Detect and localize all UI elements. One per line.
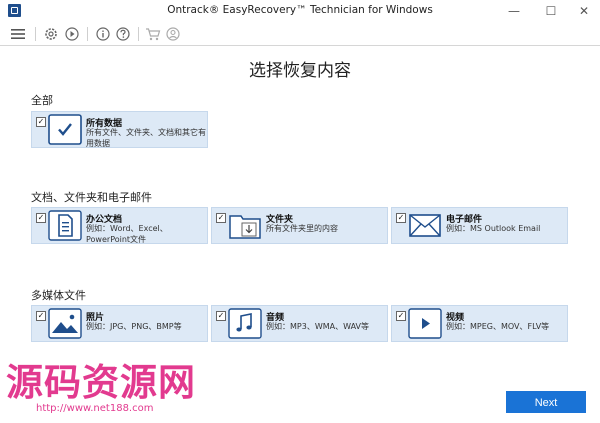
toolbar-divider [35,27,36,41]
settings-icon[interactable] [42,25,60,43]
maximize-button[interactable]: ☐ [537,2,565,20]
cart-icon[interactable] [144,25,162,43]
next-button[interactable]: Next [506,391,586,413]
card-description: 所有文件、文件夹、文档和其它有用数据 [86,128,206,148]
close-button[interactable]: ✕ [570,2,598,20]
help-icon[interactable] [114,25,132,43]
card-video[interactable]: ✓ 视频 例如：MPEG、MOV、FLV等 [391,305,568,342]
email-icon [408,210,442,241]
section-label-documents: 文档、文件夹和电子邮件 [31,191,152,204]
document-icon [48,210,82,241]
card-description: 例如：JPG、PNG、BMP等 [86,322,182,331]
card-photos[interactable]: ✓ 照片 例如：JPG、PNG、BMP等 [31,305,208,342]
card-audio[interactable]: ✓ 音频 例如：MP3、WMA、WAV等 [211,305,388,342]
watermark-text: 源码资源网 [6,361,196,404]
section-label-all: 全部 [31,94,53,107]
toolbar-divider [87,27,88,41]
toolbar [0,22,600,46]
folders-checkbox[interactable]: ✓ [216,213,226,223]
card-description: 例如：MPEG、MOV、FLV等 [446,322,550,331]
office-documents-checkbox[interactable]: ✓ [36,213,46,223]
photo-icon [48,308,82,339]
video-icon [408,308,442,339]
photos-checkbox[interactable]: ✓ [36,311,46,321]
user-icon[interactable] [164,25,182,43]
watermark-url: http://www.net188.com [36,403,154,414]
all-data-checkbox[interactable]: ✓ [36,117,46,127]
audio-checkbox[interactable]: ✓ [216,311,226,321]
title-bar: Ontrack® EasyRecovery™ Technician for Wi… [0,0,600,22]
folder-icon [228,210,262,241]
card-all-data[interactable]: ✓ 所有数据 所有文件、文件夹、文档和其它有用数据 [31,111,208,148]
card-description: 例如：Word、Excel、PowerPoint文件 [86,224,168,244]
resume-icon[interactable] [63,25,81,43]
page-title: 选择恢复内容 [249,61,351,81]
card-description: 例如：MS Outlook Email [446,224,541,233]
menu-icon[interactable] [9,25,27,43]
checkmark-icon [48,114,82,145]
toolbar-divider [138,27,139,41]
minimize-button[interactable]: — [500,2,528,20]
music-icon [228,308,262,339]
video-checkbox[interactable]: ✓ [396,311,406,321]
card-description: 所有文件夹里的内容 [266,224,338,233]
card-office-documents[interactable]: ✓ 办公文档 例如：Word、Excel、PowerPoint文件 [31,207,208,244]
card-email[interactable]: ✓ 电子邮件 例如：MS Outlook Email [391,207,568,244]
card-folders[interactable]: ✓ 文件夹 所有文件夹里的内容 [211,207,388,244]
section-label-media: 多媒体文件 [31,289,86,302]
info-icon[interactable] [94,25,112,43]
email-checkbox[interactable]: ✓ [396,213,406,223]
card-description: 例如：MP3、WMA、WAV等 [266,322,370,331]
